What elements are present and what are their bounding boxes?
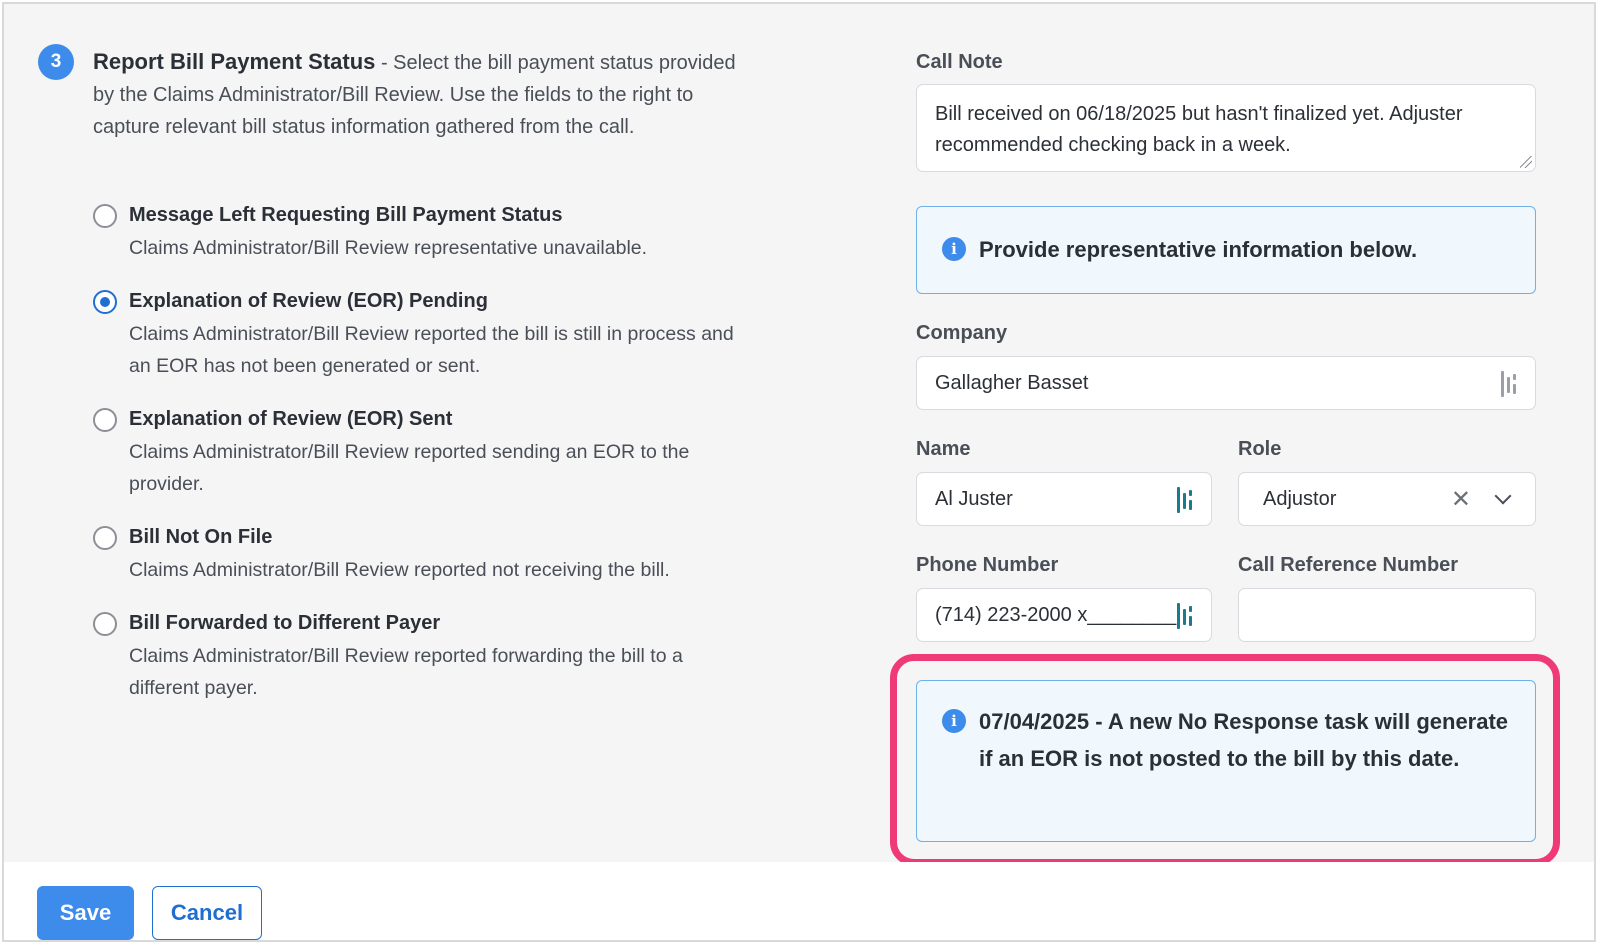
- radio-button[interactable]: [93, 612, 117, 636]
- rep-info-text: Provide representative information below…: [979, 237, 1418, 262]
- status-option-description: Claims Administrator/Bill Review represe…: [129, 237, 648, 259]
- call-reference-input[interactable]: [1238, 588, 1536, 642]
- status-option-description: Claims Administrator/Bill Review reporte…: [129, 559, 670, 581]
- step-title: Report Bill Payment Status: [93, 49, 376, 74]
- status-option-message-left[interactable]: Message Left Requesting Bill Payment Sta…: [93, 200, 753, 264]
- chevron-down-icon[interactable]: [1494, 487, 1512, 505]
- name-value: Al Juster: [935, 487, 1013, 510]
- phone-number-value: (714) 223-2000 x________: [935, 603, 1177, 626]
- radio-button-selected[interactable]: [93, 290, 117, 314]
- save-button[interactable]: Save: [37, 886, 134, 940]
- role-value: Adjustor: [1263, 487, 1337, 510]
- company-value: Gallagher Basset: [935, 371, 1089, 394]
- status-option-description: Claims Administrator/Bill Review reporte…: [129, 441, 690, 495]
- phone-number-input[interactable]: (714) 223-2000 x________: [916, 588, 1212, 642]
- call-note-value: Bill received on 06/18/2025 but hasn't f…: [935, 103, 1463, 156]
- resize-grip-icon[interactable]: [1520, 156, 1532, 168]
- call-note-textarea[interactable]: Bill received on 06/18/2025 but hasn't f…: [916, 84, 1536, 172]
- payment-status-options: Message Left Requesting Bill Payment Sta…: [93, 200, 753, 704]
- rep-info-notice: i Provide representative information bel…: [916, 206, 1536, 294]
- name-label: Name: [916, 438, 971, 460]
- lastpass-icon[interactable]: [1177, 487, 1195, 513]
- status-option-bill-not-on-file[interactable]: Bill Not On File Claims Administrator/Bi…: [93, 522, 753, 586]
- info-icon: i: [942, 237, 966, 261]
- status-option-label: Explanation of Review (EOR) Sent: [129, 408, 453, 430]
- bill-status-form: 3 Report Bill Payment Status - Select th…: [2, 2, 1596, 942]
- status-option-label: Explanation of Review (EOR) Pending: [129, 290, 488, 312]
- name-input[interactable]: Al Juster: [916, 472, 1212, 526]
- clear-icon[interactable]: ✕: [1451, 485, 1471, 514]
- status-option-eor-pending[interactable]: Explanation of Review (EOR) Pending Clai…: [93, 286, 753, 382]
- lastpass-icon[interactable]: [1177, 603, 1195, 629]
- cancel-button[interactable]: Cancel: [152, 886, 262, 940]
- company-label: Company: [916, 322, 1008, 344]
- phone-number-label: Phone Number: [916, 554, 1059, 576]
- step-header: Report Bill Payment Status - Select the …: [93, 46, 743, 143]
- role-select[interactable]: Adjustor ✕: [1238, 472, 1536, 526]
- status-option-eor-sent[interactable]: Explanation of Review (EOR) Sent Claims …: [93, 404, 753, 500]
- status-option-label: Message Left Requesting Bill Payment Sta…: [129, 204, 563, 226]
- status-option-label: Bill Forwarded to Different Payer: [129, 612, 441, 634]
- form-footer: Save Cancel: [4, 862, 1594, 940]
- status-option-label: Bill Not On File: [129, 526, 273, 548]
- call-note-label: Call Note: [916, 51, 1003, 73]
- radio-button[interactable]: [93, 408, 117, 432]
- role-label: Role: [1238, 438, 1282, 460]
- step-number-badge: 3: [38, 44, 74, 80]
- radio-button[interactable]: [93, 204, 117, 228]
- highlight-annotation: [890, 654, 1560, 866]
- call-reference-label: Call Reference Number: [1238, 554, 1459, 576]
- status-option-description: Claims Administrator/Bill Review reporte…: [129, 323, 734, 377]
- radio-button[interactable]: [93, 526, 117, 550]
- status-option-forwarded[interactable]: Bill Forwarded to Different Payer Claims…: [93, 608, 753, 704]
- lastpass-icon[interactable]: [1501, 371, 1519, 397]
- company-input[interactable]: Gallagher Basset: [916, 356, 1536, 410]
- status-option-description: Claims Administrator/Bill Review reporte…: [129, 645, 683, 699]
